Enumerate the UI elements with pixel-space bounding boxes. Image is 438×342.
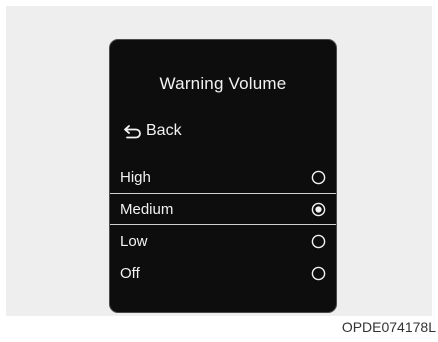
back-button[interactable]: Back: [122, 122, 182, 140]
option-label: Medium: [120, 200, 174, 218]
radio-unselected-icon: [311, 266, 326, 280]
back-label: Back: [146, 122, 182, 139]
option-off[interactable]: Off: [110, 257, 336, 289]
screen-title: Warning Volume: [159, 74, 287, 93]
return-arrow-icon: [124, 125, 141, 139]
radio-unselected-icon: [311, 234, 326, 248]
option-label: Off: [120, 264, 140, 282]
option-low[interactable]: Low: [110, 225, 336, 257]
option-medium[interactable]: Medium: [110, 193, 336, 225]
cluster-display: Warning Volume Back High Medium Low Off: [109, 39, 337, 313]
option-label: High: [120, 168, 151, 186]
radio-unselected-icon: [311, 170, 326, 184]
option-high[interactable]: High: [110, 161, 336, 193]
option-label: Low: [120, 232, 148, 250]
figure-code: OPDE074178L: [341, 319, 436, 335]
radio-selected-icon: [311, 202, 326, 216]
